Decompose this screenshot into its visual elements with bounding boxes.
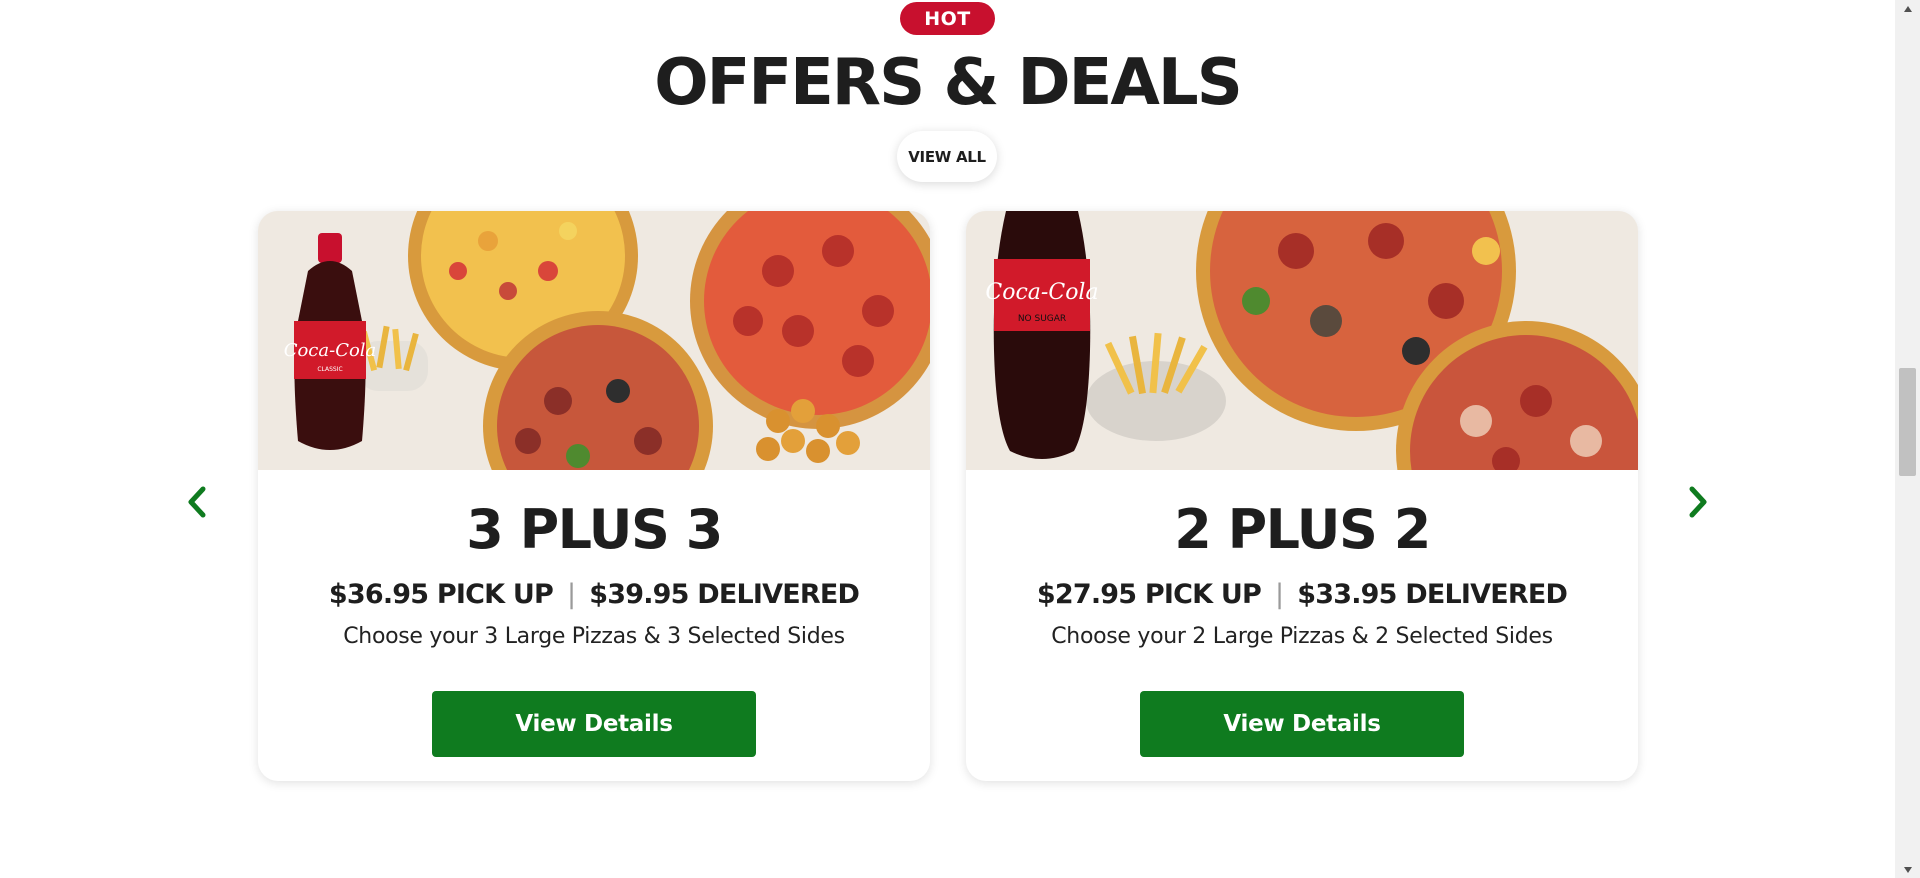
deal-description: Choose your 2 Large Pizzas & 2 Selected … <box>1051 624 1553 649</box>
deal-price-line: $27.95 PICK UP | $33.95 DELIVERED <box>966 577 1638 613</box>
deal-image: Coca-Cola CLASSIC <box>258 211 930 470</box>
deal-title: 3 PLUS 3 <box>466 498 723 561</box>
deal-price-line: $36.95 PICK UP | $39.95 DELIVERED <box>258 577 930 613</box>
deal-title: 2 PLUS 2 <box>1174 498 1431 561</box>
chevron-left-icon <box>188 486 206 518</box>
deal-card-3-plus-3[interactable]: Coca-Cola CLASSIC 3 PLUS 3 $36.95 PICK U… <box>258 211 930 781</box>
hot-badge: HOT <box>900 2 995 35</box>
svg-text:Coca-Cola: Coca-Cola <box>985 280 1098 305</box>
scroll-down-arrow-icon[interactable] <box>1895 861 1920 878</box>
scroll-up-arrow-icon[interactable] <box>1895 0 1920 17</box>
carousel-prev-button[interactable] <box>182 484 212 520</box>
deal-image: Coca-Cola NO SUGAR <box>966 211 1638 470</box>
chevron-right-icon <box>1689 486 1707 518</box>
pickup-price: $36.95 PICK UP <box>328 579 554 610</box>
view-details-button[interactable]: View Details <box>432 691 756 757</box>
carousel-next-button[interactable] <box>1683 484 1713 520</box>
delivered-price: $39.95 DELIVERED <box>589 579 860 610</box>
svg-text:CLASSIC: CLASSIC <box>317 366 342 373</box>
delivered-price: $33.95 DELIVERED <box>1297 579 1568 610</box>
svg-text:NO SUGAR: NO SUGAR <box>1018 314 1066 324</box>
page-scrollbar[interactable] <box>1895 0 1920 878</box>
scrollbar-thumb[interactable] <box>1899 368 1916 476</box>
view-details-button[interactable]: View Details <box>1140 691 1464 757</box>
price-separator: | <box>566 579 576 610</box>
deal-card-2-plus-2[interactable]: Coca-Cola NO SUGAR 2 PLUS 2 $27.95 PICK … <box>966 211 1638 781</box>
pickup-price: $27.95 PICK UP <box>1036 579 1262 610</box>
page: HOT OFFERS & DEALS VIEW ALL Coca-Cola CL… <box>0 0 1920 878</box>
section-title: OFFERS & DEALS <box>654 46 1243 120</box>
svg-text:Coca-Cola: Coca-Cola <box>284 340 377 361</box>
view-all-button[interactable]: VIEW ALL <box>897 131 997 182</box>
price-separator: | <box>1274 579 1284 610</box>
deal-description: Choose your 3 Large Pizzas & 3 Selected … <box>343 624 845 649</box>
